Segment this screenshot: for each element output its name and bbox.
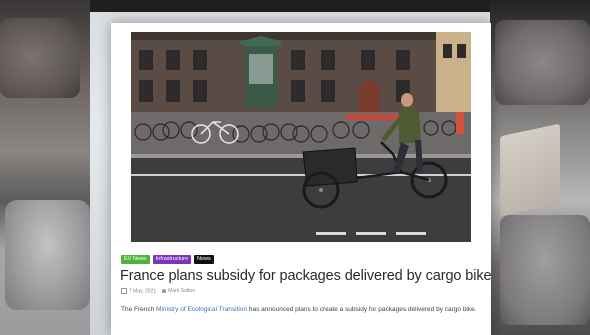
background-right-sofa <box>490 0 590 335</box>
background-laptop <box>500 123 560 217</box>
background-top-strip <box>75 0 515 12</box>
background-cushion <box>500 215 590 325</box>
background-cushion <box>0 18 80 98</box>
tag-news[interactable]: News <box>194 255 214 264</box>
background-cushion <box>5 200 90 310</box>
article-date: 7 May, 2021 <box>121 288 156 294</box>
article-excerpt: The French Ministry of Ecological Transi… <box>121 305 486 314</box>
article-author-text: Mark Sutton <box>168 288 196 295</box>
ministry-link[interactable]: Ministry of Ecological Transition <box>156 306 247 313</box>
cargo-bike-photo-image <box>131 32 471 242</box>
tag-ev-news[interactable]: EV News <box>121 255 150 264</box>
article-excerpt-suffix: has announced plans to create a subsidy … <box>247 306 477 313</box>
article-author[interactable]: Mark Sutton <box>162 288 195 294</box>
background-left-sofa <box>0 0 90 335</box>
article-photo[interactable] <box>131 32 471 242</box>
article-date-text: 7 May, 2021 <box>129 288 157 295</box>
article-excerpt-prefix: The French <box>121 306 157 313</box>
tag-infrastructure[interactable]: Infrastructure <box>152 255 192 264</box>
article-tags: EV News Infrastructure News <box>121 255 214 265</box>
calendar-icon <box>121 288 127 294</box>
article-title[interactable]: France plans subsidy for packages delive… <box>120 267 492 285</box>
screenshot-stage: EV News Infrastructure News France plans… <box>0 0 590 335</box>
article-card: EV News Infrastructure News France plans… <box>111 23 492 335</box>
user-icon <box>162 288 167 293</box>
background-cushion <box>495 20 590 105</box>
article-meta: 7 May, 2021 Mark Sutton <box>121 288 195 294</box>
